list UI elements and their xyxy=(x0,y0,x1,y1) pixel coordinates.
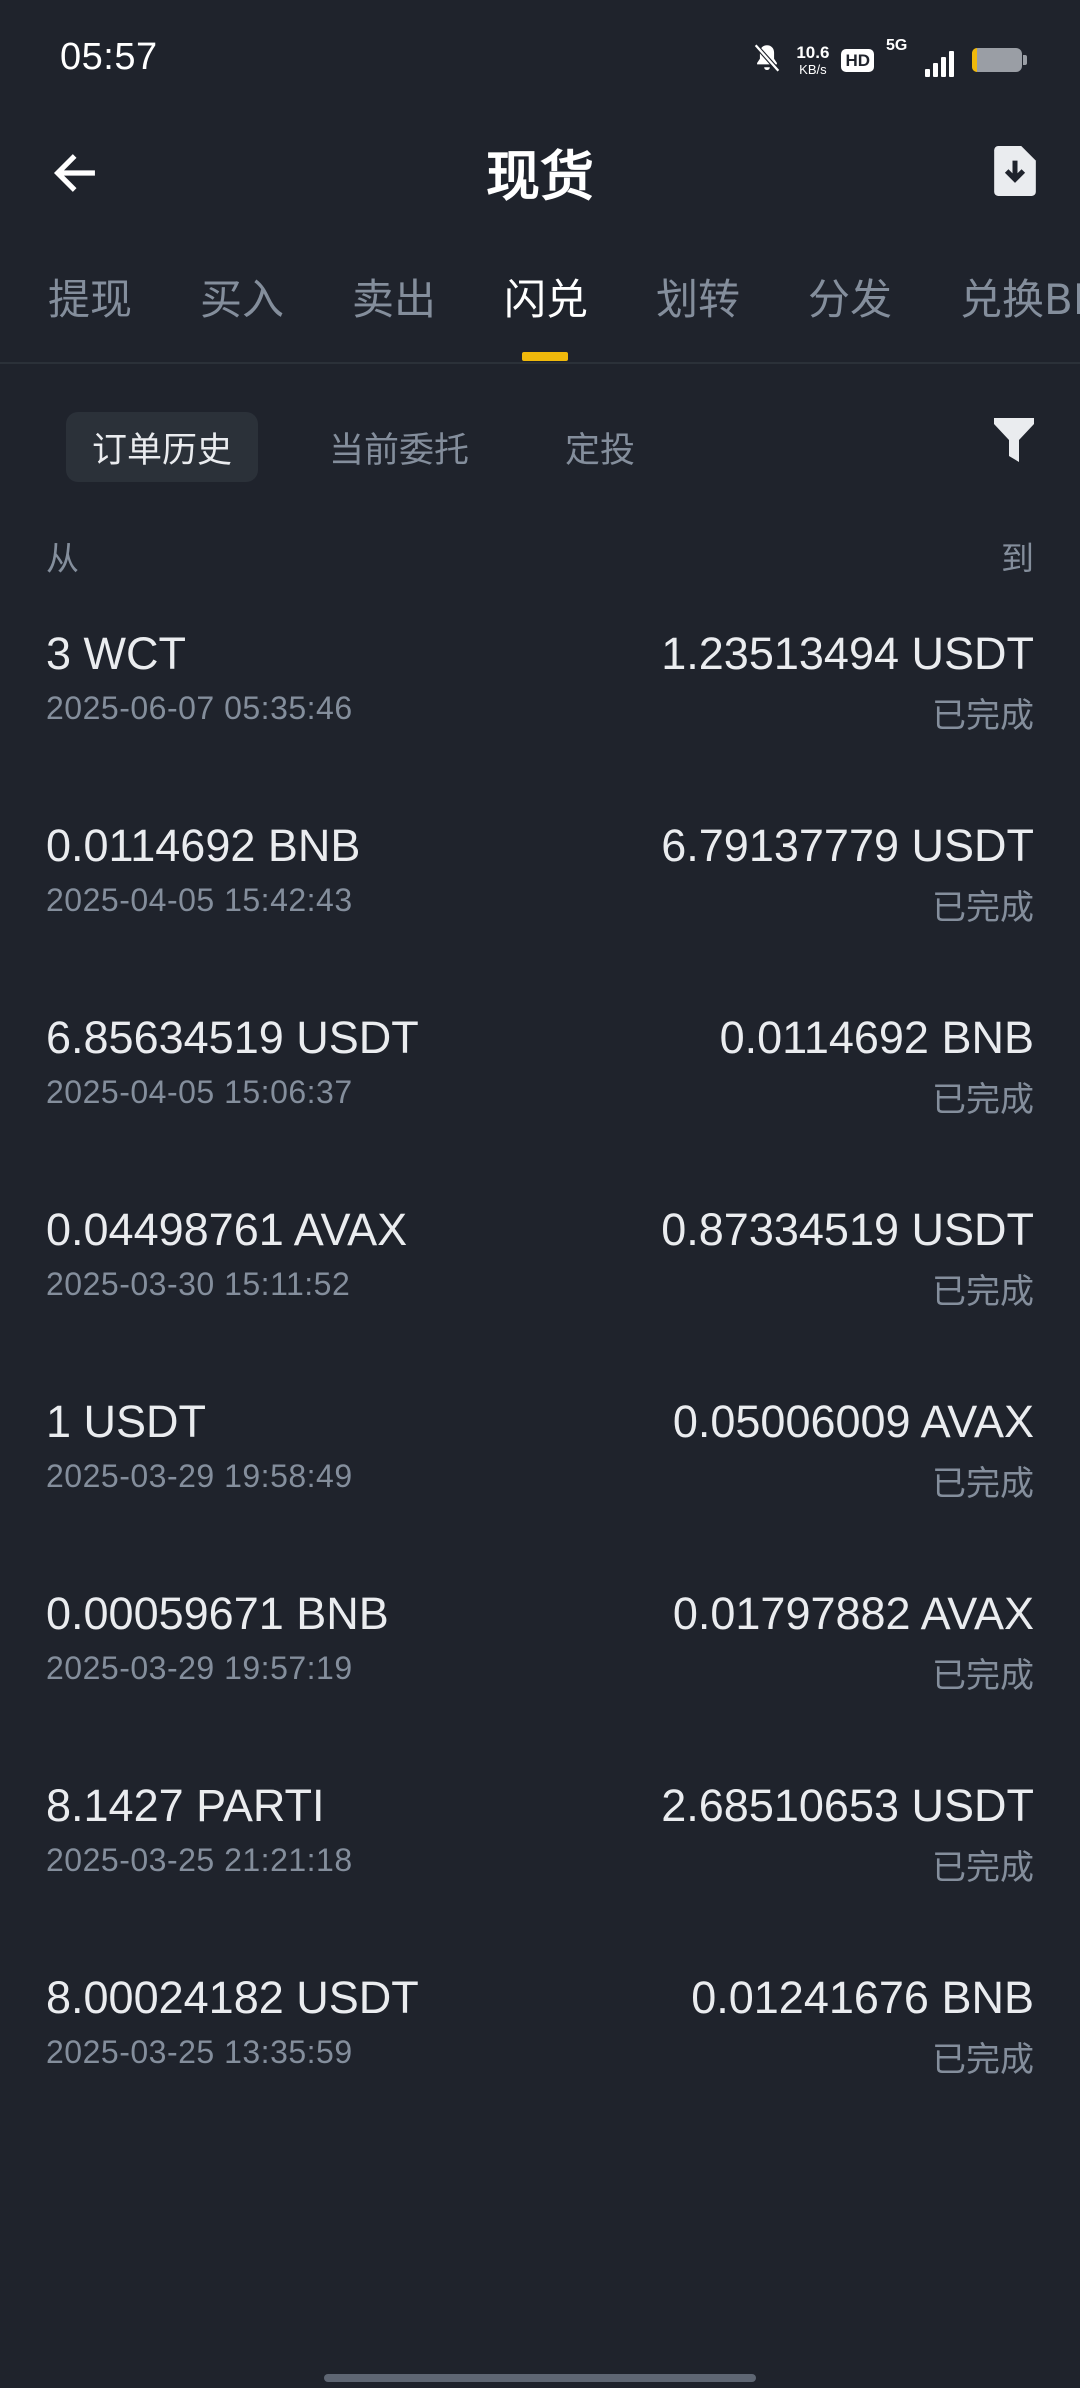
order-to-amount: 1.23513494 USDT xyxy=(661,628,1034,679)
column-header-from: 从 xyxy=(46,539,79,578)
order-status: 已完成 xyxy=(932,2040,1034,2080)
order-row[interactable]: 0.00059671 BNB 2025-03-29 19:57:19 0.017… xyxy=(0,1582,1080,1774)
tab-distribution[interactable]: 分发 xyxy=(808,266,892,327)
order-row[interactable]: 8.00024182 USDT 2025-03-25 13:35:59 0.01… xyxy=(0,1966,1080,2158)
subtab-open-orders[interactable]: 当前委托 xyxy=(306,412,492,482)
order-to-amount: 0.01797882 AVAX xyxy=(672,1588,1034,1639)
tab-convert-bnb[interactable]: 兑换BNB xyxy=(960,266,1080,327)
filter-button[interactable] xyxy=(984,412,1044,472)
subtab-order-history[interactable]: 订单历史 xyxy=(66,412,258,482)
signal-icon: 5G xyxy=(886,37,954,77)
order-row[interactable]: 8.1427 PARTI 2025-03-25 21:21:18 2.68510… xyxy=(0,1774,1080,1966)
order-row[interactable]: 6.85634519 USDT 2025-04-05 15:06:37 0.01… xyxy=(0,1006,1080,1198)
order-to-amount: 0.87334519 USDT xyxy=(661,1204,1034,1255)
order-from-amount: 6.85634519 USDT xyxy=(46,1012,419,1063)
filter-icon xyxy=(994,418,1034,466)
order-to-amount: 2.68510653 USDT xyxy=(661,1780,1034,1831)
order-timestamp: 2025-03-25 13:35:59 xyxy=(46,2034,353,2070)
order-timestamp: 2025-04-05 15:06:37 xyxy=(46,1074,353,1110)
network-type-label: 5G xyxy=(886,37,908,54)
status-icons: 10.6 KB/s HD 5G xyxy=(750,37,1027,82)
order-from-amount: 0.0114692 BNB xyxy=(46,820,361,871)
order-to-amount: 0.01241676 BNB xyxy=(691,1972,1034,2023)
order-row[interactable]: 0.04498761 AVAX 2025-03-30 15:11:52 0.87… xyxy=(0,1198,1080,1390)
order-row[interactable]: 0.0114692 BNB 2025-04-05 15:42:43 6.7913… xyxy=(0,814,1080,1006)
order-from-amount: 8.1427 PARTI xyxy=(46,1780,325,1831)
order-timestamp: 2025-03-29 19:58:49 xyxy=(46,1458,353,1494)
order-timestamp: 2025-03-29 19:57:19 xyxy=(46,1650,353,1686)
order-from-amount: 0.04498761 AVAX xyxy=(46,1204,408,1255)
tab-buy[interactable]: 买入 xyxy=(200,266,284,327)
subtab-recurring[interactable]: 定投 xyxy=(548,412,652,482)
order-timestamp: 2025-03-25 21:21:18 xyxy=(46,1842,353,1878)
active-tab-indicator xyxy=(522,352,568,361)
battery-icon xyxy=(972,48,1027,72)
order-to-amount: 0.05006009 AVAX xyxy=(672,1396,1034,1447)
order-status: 已完成 xyxy=(932,1272,1034,1312)
home-indicator[interactable] xyxy=(324,2374,756,2382)
order-status: 已完成 xyxy=(932,1656,1034,1696)
net-speed: 10.6 KB/s xyxy=(796,44,829,76)
net-speed-unit: KB/s xyxy=(799,62,827,77)
tab-convert[interactable]: 闪兑 xyxy=(504,266,588,327)
order-row[interactable]: 1 USDT 2025-03-29 19:58:49 0.05006009 AV… xyxy=(0,1390,1080,1582)
tab-sell[interactable]: 卖出 xyxy=(352,266,436,327)
column-header-to: 到 xyxy=(1001,539,1034,578)
order-to-amount: 0.0114692 BNB xyxy=(719,1012,1034,1063)
page-title: 现货 xyxy=(486,145,594,208)
hd-icon: HD xyxy=(841,48,874,72)
status-time: 05:57 xyxy=(60,36,158,78)
main-tabs: 提现 买入 卖出 闪兑 划转 分发 兑换BNB xyxy=(0,250,1080,364)
order-timestamp: 2025-04-05 15:42:43 xyxy=(46,882,353,918)
order-from-amount: 3 WCT xyxy=(46,628,186,679)
order-timestamp: 2025-03-30 15:11:52 xyxy=(46,1266,351,1302)
tab-transfer[interactable]: 划转 xyxy=(656,266,740,327)
order-from-amount: 0.00059671 BNB xyxy=(46,1588,389,1639)
net-speed-value: 10.6 xyxy=(796,43,830,62)
order-status: 已完成 xyxy=(932,1080,1034,1120)
header: 现货 xyxy=(0,120,1080,250)
status-bar: 05:57 10.6 KB/s HD 5G xyxy=(0,0,1080,120)
order-timestamp: 2025-06-07 05:35:46 xyxy=(46,690,353,726)
download-button[interactable] xyxy=(980,138,1050,208)
order-from-amount: 1 USDT xyxy=(46,1396,207,1447)
order-status: 已完成 xyxy=(932,888,1034,928)
tab-withdraw[interactable]: 提现 xyxy=(48,266,132,327)
order-status: 已完成 xyxy=(932,696,1034,736)
order-status: 已完成 xyxy=(932,1464,1034,1504)
order-from-amount: 8.00024182 USDT xyxy=(46,1972,419,2023)
order-row[interactable]: 3 WCT 2025-06-07 05:35:46 1.23513494 USD… xyxy=(0,622,1080,814)
order-status: 已完成 xyxy=(932,1848,1034,1888)
mute-bell-icon xyxy=(750,41,784,79)
order-to-amount: 6.79137779 USDT xyxy=(661,820,1034,871)
download-icon xyxy=(993,146,1037,200)
